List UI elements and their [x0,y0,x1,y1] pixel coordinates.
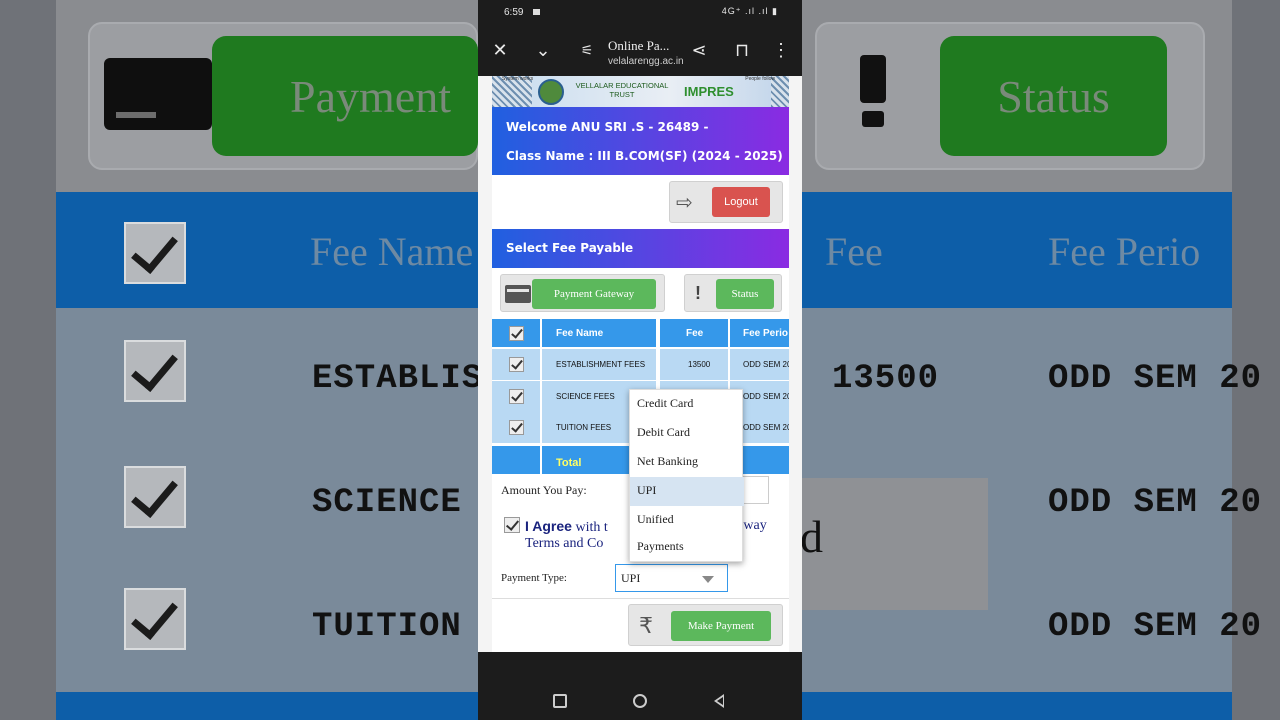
bg-row-fee: 13500 [832,360,940,398]
credit-card-icon [505,285,531,303]
close-icon[interactable]: ✕ [488,38,512,62]
banner-tagline-right: People follow [745,76,775,82]
bg-header-fee-period: Fee Perio [1048,229,1201,274]
divider [492,598,789,599]
org-name: VELLALAR EDUCATIONAL TRUST [575,81,669,99]
header-fee: Fee [660,319,728,347]
bg-dropdown-blur [800,478,988,610]
bg-glyph: d [800,511,824,562]
bg-exclamation-icon [860,55,886,127]
agree-rest: with t [571,520,608,535]
bg-header-fee: Fee [825,229,883,274]
share-icon[interactable]: ⋖ [687,38,711,62]
bg-row-checkbox [124,466,186,528]
welcome-text: Welcome ANU SRI .S - 26489 - [506,120,709,134]
option-payments[interactable]: Payments [630,533,744,562]
payment-type-dropdown: Credit Card Debit Card Net Banking UPI U… [629,389,744,562]
bg-row-period: ODD SEM 20 [1048,484,1263,522]
terms-link[interactable]: Terms and Co [525,536,603,552]
row-checkbox-cell [492,381,540,412]
fee-amount-cell: 13500 [660,349,728,380]
section-title: Select Fee Payable [506,241,634,255]
signal-icons: 4G⁺ .ıl .ıl ▮ [721,6,778,16]
status-group: ! Status [684,274,782,312]
payment-type-label: Payment Type: [501,572,567,584]
home-icon[interactable] [633,694,647,708]
page-title[interactable]: Online Pa... [608,38,669,54]
option-upi[interactable]: UPI [630,477,744,506]
site-settings-icon[interactable]: ⚟ [575,38,599,62]
make-payment-button[interactable]: Make Payment [671,611,771,641]
logout-button[interactable]: Logout [712,187,770,217]
fee-period-cell: ODD SEM 20 [730,349,789,380]
bg-row-period: ODD SEM 20 [1048,608,1263,646]
rupee-icon: ₹ [639,613,653,638]
gateway-group: Payment Gateway [500,274,665,312]
total-label: Total [556,457,582,469]
bg-status-button: Status [940,36,1167,156]
page-body: System works People follow VELLALAR EDUC… [492,76,789,652]
welcome-panel: Welcome ANU SRI .S - 26489 - Class Name … [492,107,789,175]
agree-text: I Agree with tGateway [525,518,767,536]
amount-label: Amount You Pay: [501,483,587,497]
bg-row-checkbox [124,588,186,650]
bg-header-checkbox [124,222,186,284]
chevron-down-icon [702,576,714,583]
trust-logo [538,79,564,105]
header-checkbox-cell [492,319,540,347]
page-url[interactable]: velalarengg.ac.in [608,56,684,67]
total-row-cell [492,446,540,474]
media-icon [533,9,540,15]
option-net-banking[interactable]: Net Banking [630,448,744,477]
nav-bar [478,682,802,720]
bg-payment-button: Payment [212,36,478,156]
phone-screen: 6:59 4G⁺ .ıl .ıl ▮ ✕ ⌄ ⚟ Online Pa... ve… [478,0,802,720]
agree-checkbox[interactable] [504,517,520,533]
bg-card-icon [104,58,212,130]
status-bar: 6:59 4G⁺ .ıl .ıl ▮ [478,0,802,26]
web-content: System works People follow VELLALAR EDUC… [478,76,802,652]
more-options-icon[interactable]: ⋮ [769,38,793,62]
header-fee-name: Fee Name [542,319,656,347]
row-checkbox[interactable] [508,357,524,372]
row-checkbox[interactable] [508,389,524,404]
status-time: 6:59 [504,7,524,18]
row-checkbox[interactable] [508,420,524,435]
sign-out-icon: ⇨ [676,192,693,214]
bg-header-fee-name: Fee Name [310,229,474,274]
class-name-text: Class Name : III B.COM(SF) (2024 - 2025) [506,149,783,163]
bg-row-period: ODD SEM 20 [1048,360,1263,398]
banner-tagline-left: System works [502,76,534,82]
select-all-checkbox[interactable] [508,325,524,341]
fee-name-cell: ESTABLISHMENT FEES [542,349,656,380]
back-icon[interactable] [714,694,724,708]
header-fee-period: Fee Perio [730,319,789,347]
payment-type-value: UPI [621,571,641,585]
bg-row-checkbox [124,340,186,402]
logout-group: ⇨ Logout [669,181,783,223]
agree-bold: I Agree [525,518,572,534]
row-checkbox-cell [492,412,540,443]
browser-toolbar: ✕ ⌄ ⚟ Online Pa... velalarengg.ac.in ⋖ ⊓… [478,26,802,76]
exclamation-icon: ! [695,283,701,303]
option-debit-card[interactable]: Debit Card [630,419,744,448]
payment-gateway-button[interactable]: Payment Gateway [532,279,656,309]
make-payment-group: ₹ Make Payment [628,604,783,646]
row-checkbox-cell [492,349,540,380]
banner: System works People follow VELLALAR EDUC… [492,76,789,107]
brand-logo: IMPRES [684,84,734,99]
status-button[interactable]: Status [716,279,774,309]
payment-type-select[interactable]: UPI [615,564,728,592]
option-credit-card[interactable]: Credit Card [630,390,744,419]
bookmark-icon[interactable]: ⊓ [730,38,754,62]
chevron-down-icon[interactable]: ⌄ [531,38,555,62]
option-unified[interactable]: Unified [630,506,744,535]
select-fee-header: Select Fee Payable [492,229,789,268]
recents-icon[interactable] [553,694,567,708]
